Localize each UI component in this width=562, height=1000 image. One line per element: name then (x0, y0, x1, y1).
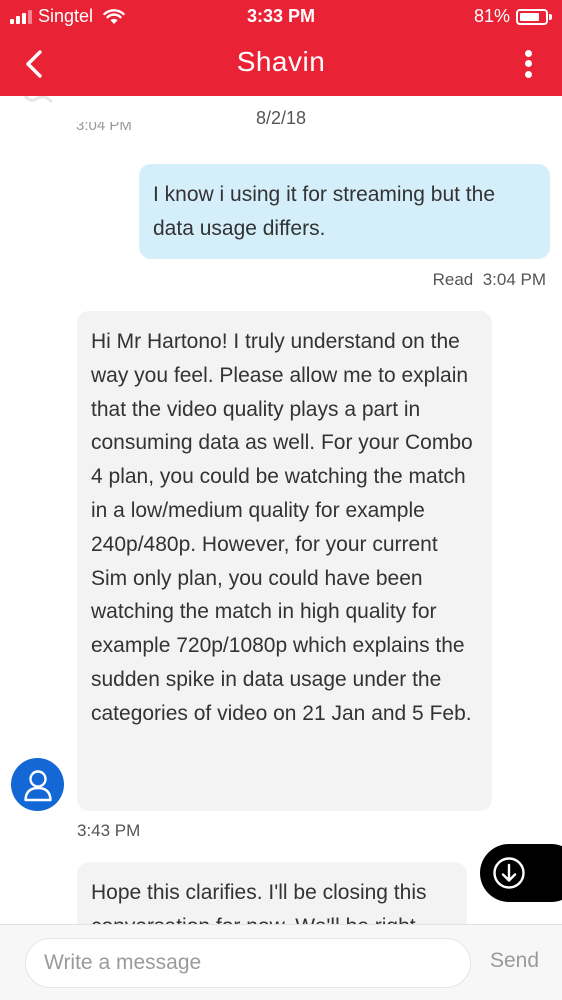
battery-percent: 81% (473, 6, 510, 26)
more-dot (524, 71, 532, 79)
message-bubble-incoming[interactable]: Hi Mr Hartono! I truly understand on the… (77, 311, 492, 811)
more-vertical-icon (524, 49, 532, 57)
message-time: 3:04 PM (482, 270, 546, 289)
user-avatar-icon (23, 769, 52, 801)
read-status: Read (432, 270, 474, 289)
more-dot (524, 60, 532, 68)
message-input[interactable] (25, 938, 471, 988)
message-time: 3:43 PM (77, 821, 141, 840)
battery-tip (549, 13, 552, 20)
arrow-down-circle-icon (493, 857, 525, 889)
scroll-to-bottom-button[interactable] (480, 844, 562, 902)
message-bubble-outgoing[interactable]: I know i using it for streaming but the … (139, 164, 550, 259)
conversation-title: Shavin (236, 46, 326, 77)
battery-icon (516, 8, 548, 25)
partial-timestamp: 3:04 PM (76, 122, 132, 132)
status-bar: Singtel 3:33 PM 81% (0, 0, 562, 34)
read-receipt: Read 3:04 PM (433, 270, 546, 290)
message-composer: Send (0, 924, 562, 1000)
agent-avatar[interactable] (11, 758, 64, 811)
chat-area[interactable]: 8/2/18 3:04 PM I know i using it for str… (0, 96, 562, 924)
send-button[interactable]: Send (490, 949, 539, 973)
message-bubble-incoming[interactable]: Hope this clarifies. I'll be closing thi… (77, 862, 467, 924)
more-options-button[interactable] (516, 44, 540, 84)
app-header: Singtel 3:33 PM 81% Shavin (0, 0, 562, 96)
nav-bar: Shavin (0, 34, 562, 96)
faded-avatar-icon (23, 96, 54, 104)
battery-group: 81% (474, 6, 552, 27)
